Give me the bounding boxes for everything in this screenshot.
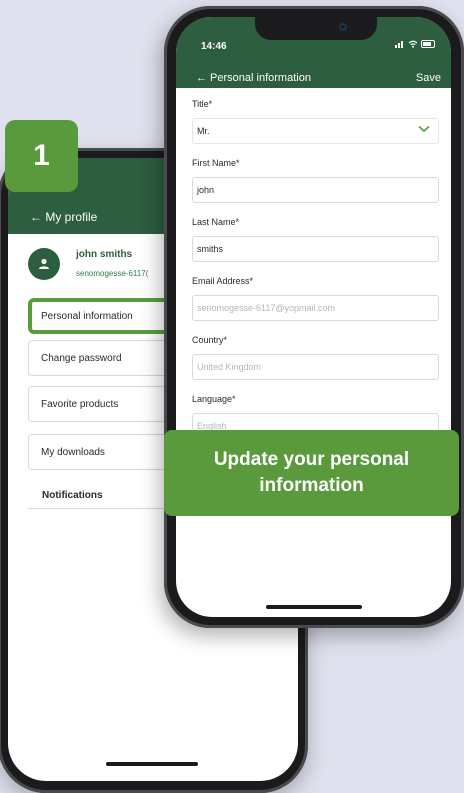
personal-information-screen: 14:46 ← Personal information Save Title*… xyxy=(176,17,451,617)
user-icon xyxy=(39,258,49,269)
first-name-value: john xyxy=(197,185,215,195)
last-name-label: Last Name* xyxy=(192,217,240,227)
country-label: Country* xyxy=(192,335,228,345)
menu-item-label: Favorite products xyxy=(41,398,119,410)
country-field[interactable]: United Kingdom xyxy=(192,354,439,380)
language-label: Language* xyxy=(192,394,236,404)
personal-information-back-button[interactable]: ← Personal information xyxy=(196,72,311,84)
last-name-value: smiths xyxy=(197,244,224,254)
title-value: Mr. xyxy=(197,126,210,136)
home-indicator[interactable] xyxy=(266,605,362,609)
menu-item-label: My downloads xyxy=(41,446,105,458)
user-email: senomogesse-6117( xyxy=(76,269,149,278)
email-value: senomogesse-6117@yopmail.com xyxy=(197,303,336,313)
phone-notch xyxy=(255,17,377,40)
step-number-badge: 1 xyxy=(5,120,78,192)
user-name: john smiths xyxy=(76,249,133,260)
chevron-down-icon xyxy=(418,125,430,133)
user-avatar xyxy=(28,248,60,280)
home-indicator[interactable] xyxy=(106,762,198,766)
menu-item-label: Change password xyxy=(41,352,122,364)
wifi-icon xyxy=(408,40,418,48)
title-select[interactable]: Mr. xyxy=(192,118,439,144)
email-field[interactable]: senomogesse-6117@yopmail.com xyxy=(192,295,439,321)
country-value: United Kingdom xyxy=(197,362,262,372)
email-label: Email Address* xyxy=(192,276,254,286)
save-button[interactable]: Save xyxy=(416,72,441,84)
first-name-label: First Name* xyxy=(192,158,240,168)
battery-icon xyxy=(421,40,435,48)
first-name-field[interactable]: john xyxy=(192,177,439,203)
signal-icon xyxy=(395,41,403,48)
notifications-heading[interactable]: Notifications xyxy=(42,490,103,501)
instruction-banner: Update your personal information xyxy=(164,430,459,516)
front-phone: 14:46 ← Personal information Save Title*… xyxy=(164,6,464,628)
status-icons xyxy=(395,40,435,48)
camera-icon xyxy=(339,23,347,31)
menu-item-label: Personal information xyxy=(41,310,133,322)
last-name-field[interactable]: smiths xyxy=(192,236,439,262)
status-time: 14:46 xyxy=(201,41,227,52)
title-label: Title* xyxy=(192,99,213,109)
my-profile-back-button[interactable]: ← My profile xyxy=(30,210,97,224)
